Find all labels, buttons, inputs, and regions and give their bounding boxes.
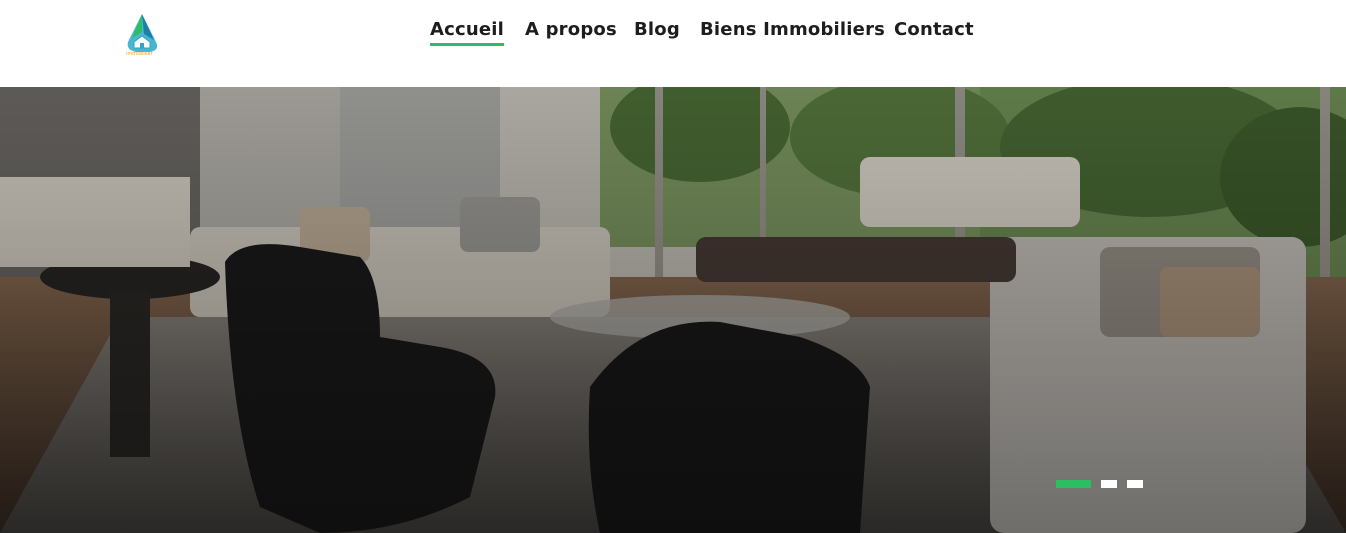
living-room-image — [0, 87, 1346, 533]
slider-dot-1[interactable] — [1056, 480, 1091, 488]
nav-item-blog[interactable]: Blog — [634, 18, 680, 44]
slider-dot-3[interactable] — [1127, 480, 1143, 488]
nav-item-biens-immobiliers[interactable]: Biens Immobiliers — [700, 18, 885, 44]
main-nav: Accueil A propos Blog Biens Immobiliers … — [0, 0, 1346, 60]
hero-slider[interactable] — [0, 87, 1346, 533]
slider-dot-2[interactable] — [1101, 480, 1117, 488]
slider-dots — [1056, 480, 1156, 490]
nav-item-a-propos[interactable]: A propos — [525, 18, 617, 44]
nav-item-accueil[interactable]: Accueil — [430, 18, 505, 46]
nav-item-contact[interactable]: Contact — [894, 18, 974, 44]
site-header: immobilier Accueil A propos Blog Biens I… — [0, 0, 1346, 87]
